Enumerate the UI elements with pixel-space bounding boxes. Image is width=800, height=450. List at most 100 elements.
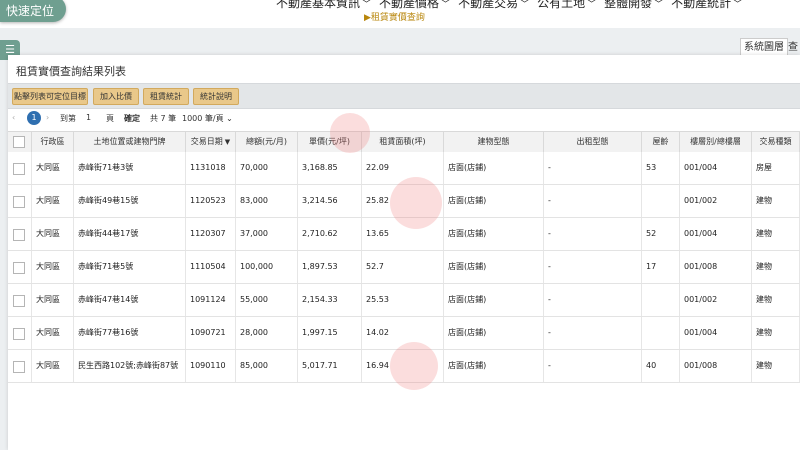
select-all-cell: [8, 132, 32, 152]
col-total[interactable]: 總額(元/月): [236, 132, 298, 152]
cell-rent-type: -: [544, 218, 642, 250]
col-floor[interactable]: 樓層別/總樓層: [680, 132, 752, 152]
cell-age: 53: [642, 152, 680, 184]
per-page-select[interactable]: 1000 筆/頁 ⌄: [182, 113, 233, 124]
row-select-cell: [8, 185, 32, 217]
cell-date: 1120523: [186, 185, 236, 217]
cell-age: [642, 284, 680, 316]
locate-target-button[interactable]: 點擊列表可定位目標: [12, 88, 88, 105]
cell-unit-price: 3,214.56: [298, 185, 362, 217]
nav-item-statistics[interactable]: 不動產統計 ﹀: [671, 0, 742, 11]
cell-floor: 001/004: [680, 317, 752, 349]
row-select-cell: [8, 251, 32, 283]
stats-help-button[interactable]: 統計說明: [193, 88, 239, 105]
col-date[interactable]: 交易日期 ▼: [186, 132, 236, 152]
cell-address: 赤峰街47巷14號: [74, 284, 186, 316]
cell-rent-type: -: [544, 251, 642, 283]
cell-address: 赤峰街49巷15號: [74, 185, 186, 217]
row-checkbox[interactable]: [13, 163, 25, 175]
col-address[interactable]: 土地位置或建物門牌: [74, 132, 186, 152]
cell-unit-price: 2,710.62: [298, 218, 362, 250]
col-rent-type[interactable]: 出租型態: [544, 132, 642, 152]
col-building-type[interactable]: 建物型態: [444, 132, 544, 152]
cell-building-type: 店面(店鋪): [444, 317, 544, 349]
results-panel: 租賃實價查詢結果列表 點擊列表可定位目標 加入比價 租賃統計 統計說明 ‹ 1 …: [8, 55, 800, 450]
cell-trade-type: 建物: [752, 350, 800, 382]
confirm-button[interactable]: 確定: [124, 113, 140, 124]
cell-district: 大同區: [32, 350, 74, 382]
add-compare-button[interactable]: 加入比價: [93, 88, 139, 105]
cell-floor: 001/002: [680, 284, 752, 316]
select-all-checkbox[interactable]: [13, 136, 25, 148]
cell-floor: 001/008: [680, 251, 752, 283]
rent-stats-button[interactable]: 租賃統計: [143, 88, 189, 105]
cell-rent-type: -: [544, 350, 642, 382]
cell-date: 1120307: [186, 218, 236, 250]
page-input[interactable]: 1: [86, 113, 91, 122]
cell-trade-type: 房屋: [752, 152, 800, 184]
nav-item-basic-info[interactable]: 不動產基本資訊 ﹀: [276, 0, 371, 11]
cell-trade-type: 建物: [752, 218, 800, 250]
chevron-down-icon: ﹀: [654, 0, 664, 10]
cell-unit-price: 5,017.71: [298, 350, 362, 382]
cell-age: 17: [642, 251, 680, 283]
cell-floor: 001/002: [680, 185, 752, 217]
next-page-icon[interactable]: ›: [46, 113, 49, 122]
row-checkbox[interactable]: [13, 262, 25, 274]
col-area[interactable]: 租賃面積(坪): [362, 132, 444, 152]
row-select-cell: [8, 317, 32, 349]
chevron-down-icon: ﹀: [362, 0, 372, 10]
current-page[interactable]: 1: [27, 111, 41, 125]
col-trade-type[interactable]: 交易種類: [752, 132, 800, 152]
cell-date: 1131018: [186, 152, 236, 184]
cell-date: 1091124: [186, 284, 236, 316]
toolbar: 點擊列表可定位目標 加入比價 租賃統計 統計說明: [8, 83, 800, 109]
table-row[interactable]: 大同區 赤峰街71巷5號 1110504 100,000 1,897.53 52.7 店面(…: [8, 251, 800, 284]
nav-item-transaction[interactable]: 不動產交易 ﹀: [458, 0, 529, 11]
nav-item-public-land[interactable]: 公有土地 ﹀: [537, 0, 596, 11]
cell-date: 1090110: [186, 350, 236, 382]
cell-building-type: 店面(店鋪): [444, 251, 544, 283]
quick-locate-button[interactable]: 快速定位: [0, 0, 66, 22]
cell-address: 赤峰街71巷5號: [74, 251, 186, 283]
cell-trade-type: 建物: [752, 251, 800, 283]
col-age[interactable]: 屋齡: [642, 132, 680, 152]
main-nav: 不動產基本資訊 ﹀ 不動產價格 ﹀ 不動產交易 ﹀ 公有土地 ﹀ 整體開發 ﹀ 不動產統計…: [276, 0, 742, 11]
cell-total: 83,000: [236, 185, 298, 217]
row-checkbox[interactable]: [13, 295, 25, 307]
panel-title: 租賃實價查詢結果列表: [16, 65, 126, 78]
cell-district: 大同區: [32, 185, 74, 217]
cell-floor: 001/004: [680, 218, 752, 250]
cell-address: 赤峰街71巷3號: [74, 152, 186, 184]
cell-building-type: 店面(店鋪): [444, 218, 544, 250]
cell-unit-price: 3,168.85: [298, 152, 362, 184]
col-district[interactable]: 行政區: [32, 132, 74, 152]
chevron-down-icon: ﹀: [520, 0, 530, 10]
sort-desc-icon: ▼: [224, 138, 231, 146]
cell-total: 100,000: [236, 251, 298, 283]
nav-item-development[interactable]: 整體開發 ﹀: [604, 0, 663, 11]
prev-page-icon[interactable]: ‹: [12, 113, 15, 122]
cell-total: 70,000: [236, 152, 298, 184]
goto-label: 到第: [60, 114, 76, 123]
cell-age: [642, 185, 680, 217]
cell-trade-type: 建物: [752, 317, 800, 349]
cell-building-type: 店面(店鋪): [444, 152, 544, 184]
chevron-down-icon: ﹀: [441, 0, 451, 10]
row-checkbox[interactable]: [13, 328, 25, 340]
row-checkbox[interactable]: [13, 229, 25, 241]
cell-total: 85,000: [236, 350, 298, 382]
row-select-cell: [8, 284, 32, 316]
cell-unit-price: 2,154.33: [298, 284, 362, 316]
cell-unit-price: 1,997.15: [298, 317, 362, 349]
cell-trade-type: 建物: [752, 185, 800, 217]
cell-address: 赤峰街77巷16號: [74, 317, 186, 349]
cell-building-type: 店面(店鋪): [444, 185, 544, 217]
table-row[interactable]: 大同區 赤峰街47巷14號 1091124 55,000 2,154.33 25.53 店面…: [8, 284, 800, 317]
map-marker-overlay: [390, 342, 438, 390]
row-checkbox[interactable]: [13, 196, 25, 208]
row-checkbox[interactable]: [13, 361, 25, 373]
cell-age: 52: [642, 218, 680, 250]
cell-district: 大同區: [32, 218, 74, 250]
cell-floor: 001/008: [680, 350, 752, 382]
